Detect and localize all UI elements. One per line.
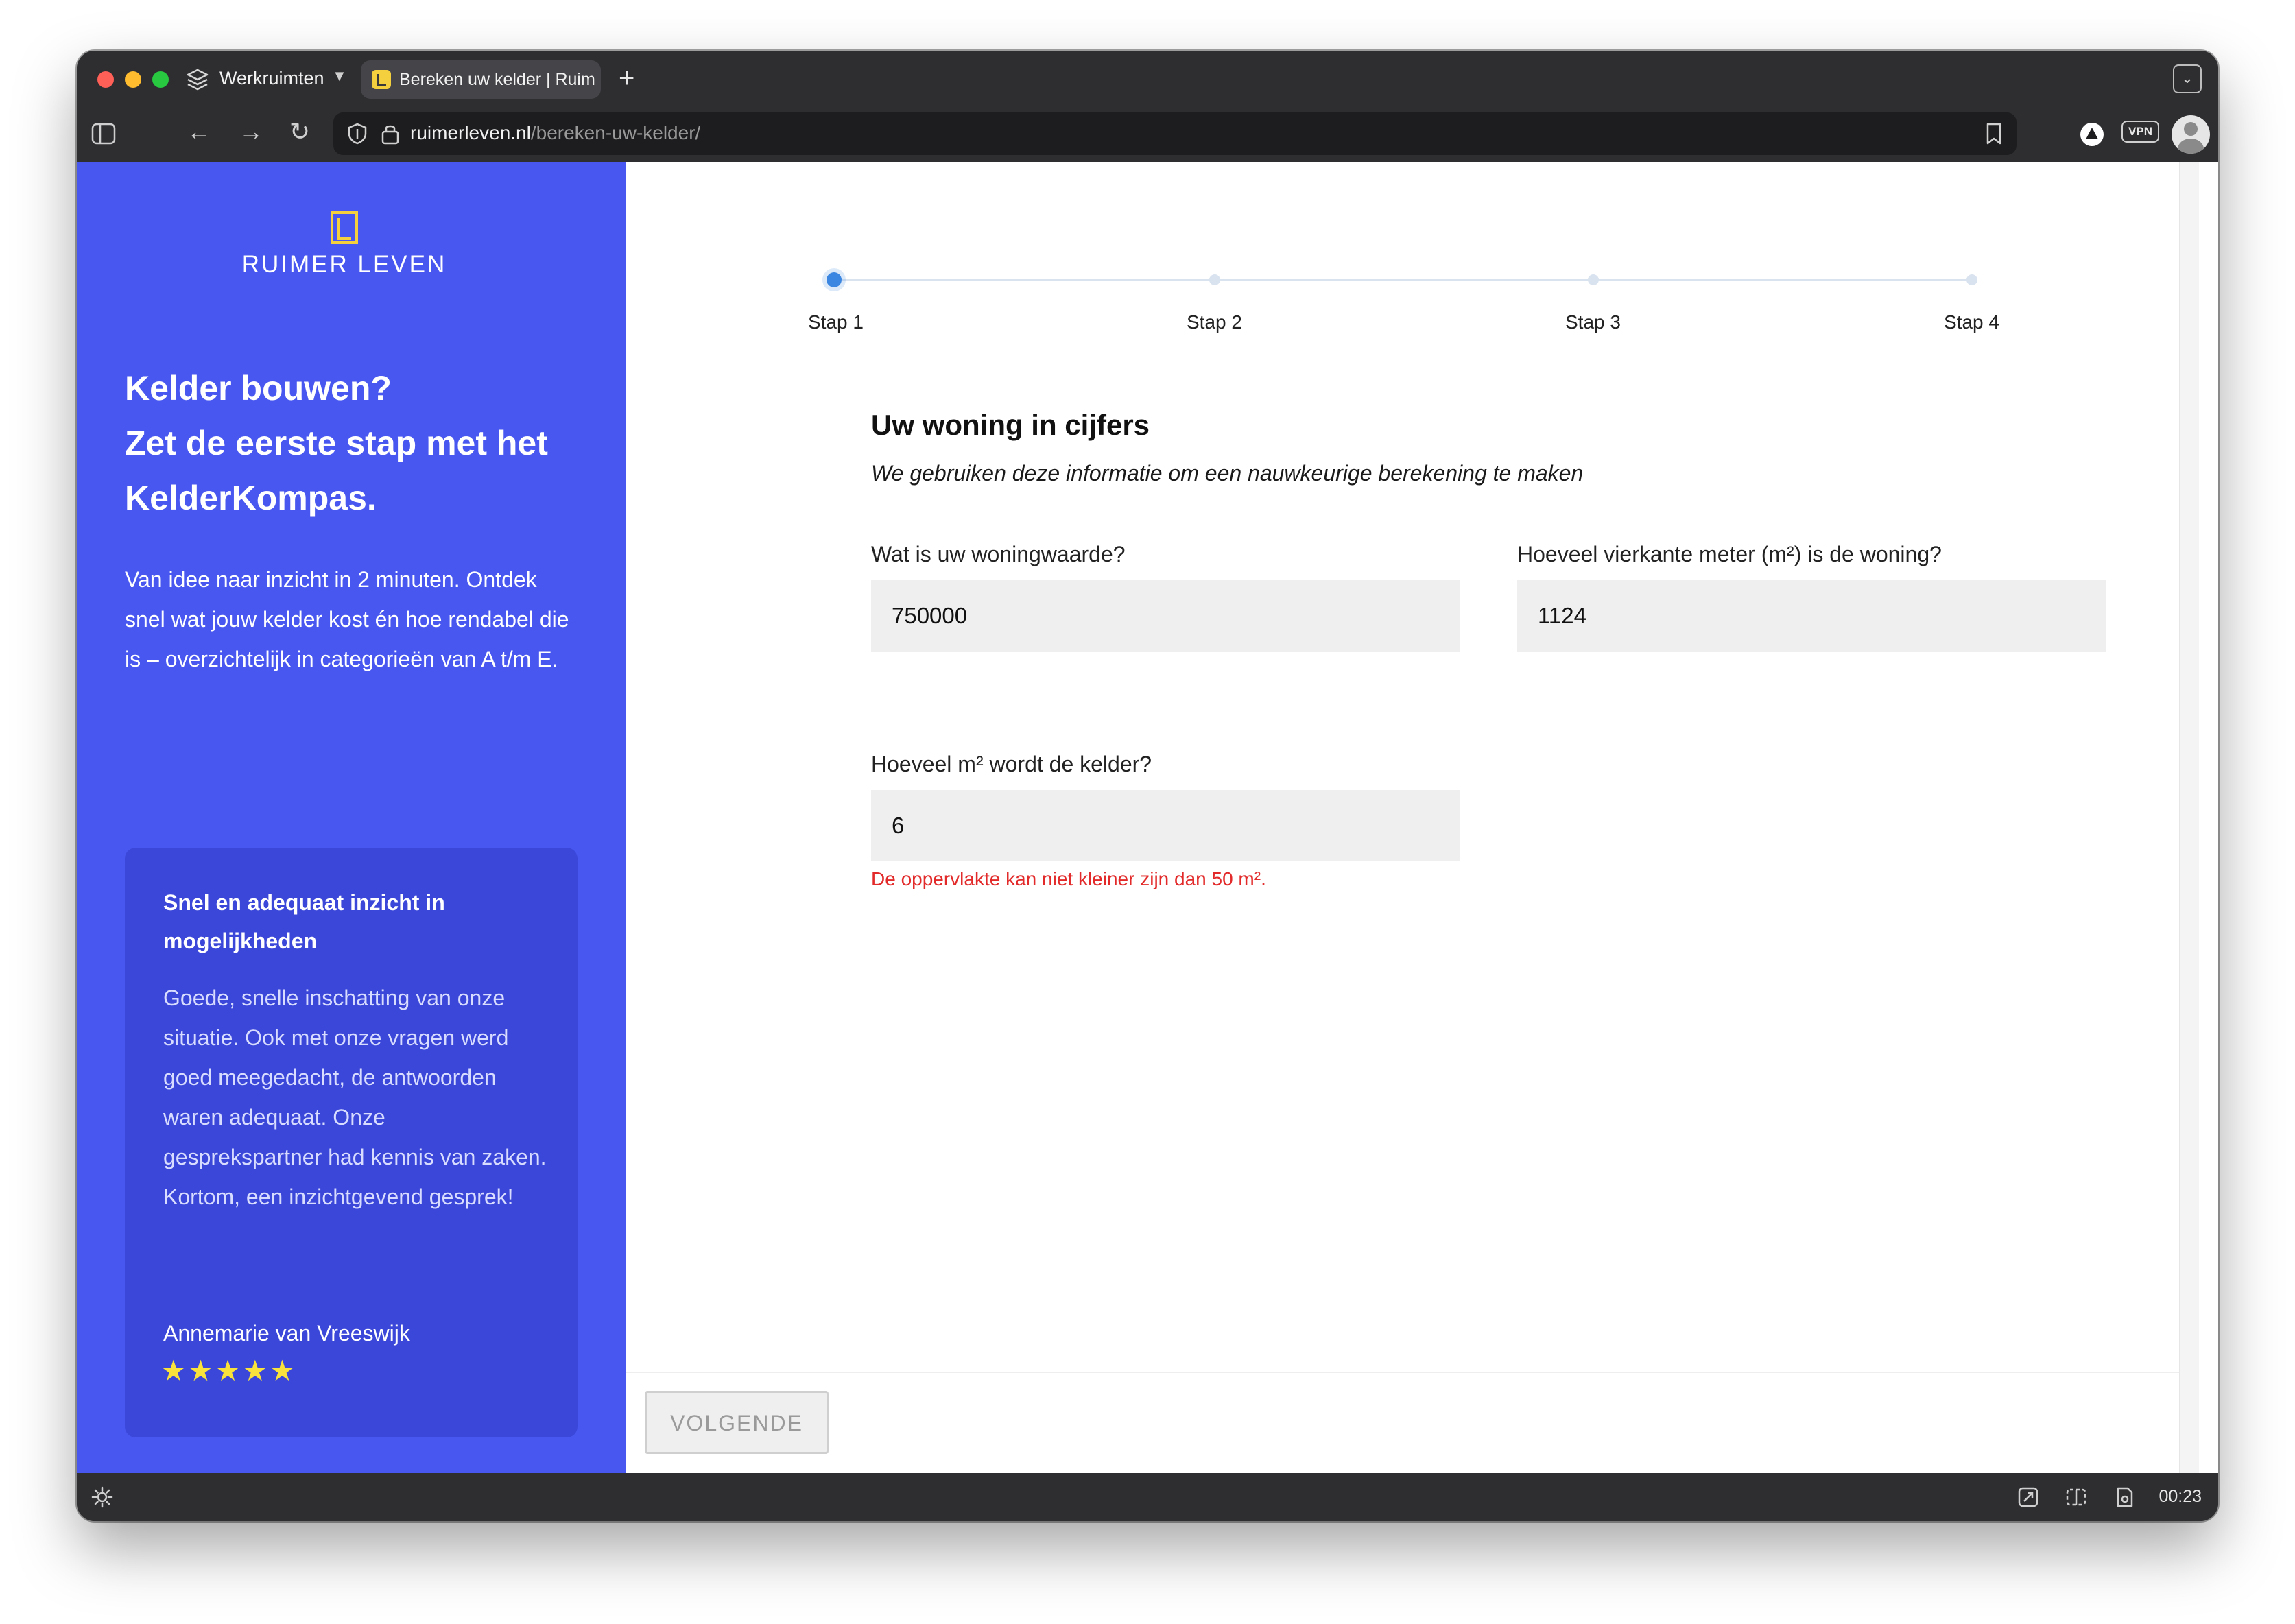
step-label-1: Stap 1 xyxy=(808,311,864,333)
clock-text: 00:23 xyxy=(2159,1487,2202,1506)
review-card: Snel en adequaat inzicht in mogelijkhede… xyxy=(125,848,578,1437)
review-body: Goede, snelle inschatting van onze situa… xyxy=(163,986,547,1209)
star-rating-icon: ★★★★★ xyxy=(160,1354,297,1387)
hero-title: Kelder bouwen? Zet de eerste stap met he… xyxy=(125,361,591,525)
reload-icon[interactable]: ↻ xyxy=(289,117,310,147)
step-label-4: Stap 4 xyxy=(1944,311,1999,333)
home-area-input[interactable] xyxy=(1517,580,2106,652)
hero-line: Zet de eerste stap met het xyxy=(125,424,548,462)
tab-title: Bereken uw kelder | Ruimer Leven xyxy=(399,70,595,89)
address-toolbar: ← → ↻ ruimerleven.nl/bereken-uw-kelder/ … xyxy=(77,107,2218,162)
home-value-label: Wat is uw woningwaarde? xyxy=(871,542,1126,566)
sidebar-toggle-icon[interactable] xyxy=(91,121,117,147)
step-label-3: Stap 3 xyxy=(1565,311,1621,333)
home-value-input[interactable] xyxy=(871,580,1460,652)
vpn-badge[interactable]: VPN xyxy=(2121,121,2159,143)
review-title: Snel en adequaat inzicht in mogelijkhede… xyxy=(163,890,445,953)
active-tab[interactable]: Bereken uw kelder | Ruimer Leven xyxy=(361,60,601,99)
new-tab-plus-icon[interactable]: + xyxy=(619,60,634,96)
shield-icon[interactable] xyxy=(346,122,369,145)
basement-area-input[interactable] xyxy=(871,790,1460,861)
step-progress: Stap 1 Stap 2 Stap 3 Stap 4 xyxy=(808,265,1999,333)
status-bar: 00:23 xyxy=(77,1473,2218,1521)
step-label-2: Stap 2 xyxy=(1187,311,1242,333)
forward-arrow-icon[interactable]: → xyxy=(239,117,263,147)
page-actions-icon[interactable] xyxy=(2113,1485,2136,1509)
site-favicon-icon xyxy=(372,70,391,89)
browser-window: Werkruimten ▼ Bereken uw kelder | Ruimer… xyxy=(77,51,2218,1521)
bookmark-icon[interactable] xyxy=(1985,122,2003,145)
hero-line: KelderKompas. xyxy=(125,479,377,517)
tab-overview-chevron-icon[interactable]: ⌄ xyxy=(2173,64,2202,93)
step-progress-line xyxy=(834,279,1969,281)
step-dot-3 xyxy=(1588,274,1599,285)
hero-line: Kelder bouwen? xyxy=(125,369,392,407)
minimize-window-button[interactable] xyxy=(125,71,141,88)
address-bar[interactable]: ruimerleven.nl/bereken-uw-kelder/ xyxy=(333,112,2017,155)
page-scrollbar[interactable] xyxy=(2179,162,2199,1473)
url-host: ruimerleven.nl xyxy=(410,122,531,143)
next-button[interactable]: VOLGENDE xyxy=(645,1391,829,1454)
workspaces-icon[interactable] xyxy=(184,66,211,93)
form-panel: Stap 1 Stap 2 Stap 3 Stap 4 Uw woning in… xyxy=(626,162,2199,1473)
footer-divider xyxy=(626,1372,2180,1373)
basement-area-error: De oppervlakte kan niet kleiner zijn dan… xyxy=(871,868,1266,889)
url-path: /bereken-uw-kelder/ xyxy=(530,122,701,143)
basement-area-label: Hoeveel m² wordt de kelder? xyxy=(871,752,1152,776)
close-window-button[interactable] xyxy=(97,71,114,88)
tile-tabs-icon[interactable] xyxy=(2065,1485,2088,1509)
step-dot-1 xyxy=(827,272,842,287)
hero-subtitle: Van idee naar inzicht in 2 minuten. Ontd… xyxy=(125,567,569,671)
tab-bar: Werkruimten ▼ Bereken uw kelder | Ruimer… xyxy=(77,51,2218,107)
zoom-window-button[interactable] xyxy=(152,71,169,88)
logo-text[interactable]: RUIMER LEVEN xyxy=(214,251,475,278)
form-subtitle: We gebruiken deze informatie om een nauw… xyxy=(871,461,1584,486)
form-title: Uw woning in cijfers xyxy=(871,409,1150,441)
settings-gear-icon[interactable] xyxy=(91,1485,114,1509)
review-author: Annemarie van Vreeswijk xyxy=(163,1321,410,1346)
url-text[interactable]: ruimerleven.nl/bereken-uw-kelder/ xyxy=(410,122,700,144)
page-content: RUIMER LEVEN Kelder bouwen? Zet de eerst… xyxy=(77,162,2218,1473)
left-sidebar: RUIMER LEVEN Kelder bouwen? Zet de eerst… xyxy=(77,162,626,1473)
home-area-label: Hoeveel vierkante meter (m²) is de wonin… xyxy=(1517,542,1942,566)
lock-icon xyxy=(381,125,399,145)
back-arrow-icon[interactable]: ← xyxy=(187,117,211,147)
workspaces-label[interactable]: Werkruimten xyxy=(219,68,324,89)
ruimer-leven-logo-icon[interactable] xyxy=(331,211,358,244)
wallet-triangle-icon[interactable] xyxy=(2078,121,2106,148)
chevron-down-icon[interactable]: ▼ xyxy=(332,67,347,85)
step-dot-4 xyxy=(1966,274,1977,285)
step-dot-2 xyxy=(1209,274,1220,285)
profile-avatar[interactable] xyxy=(2172,115,2210,154)
screenshot-icon[interactable] xyxy=(2017,1485,2040,1509)
